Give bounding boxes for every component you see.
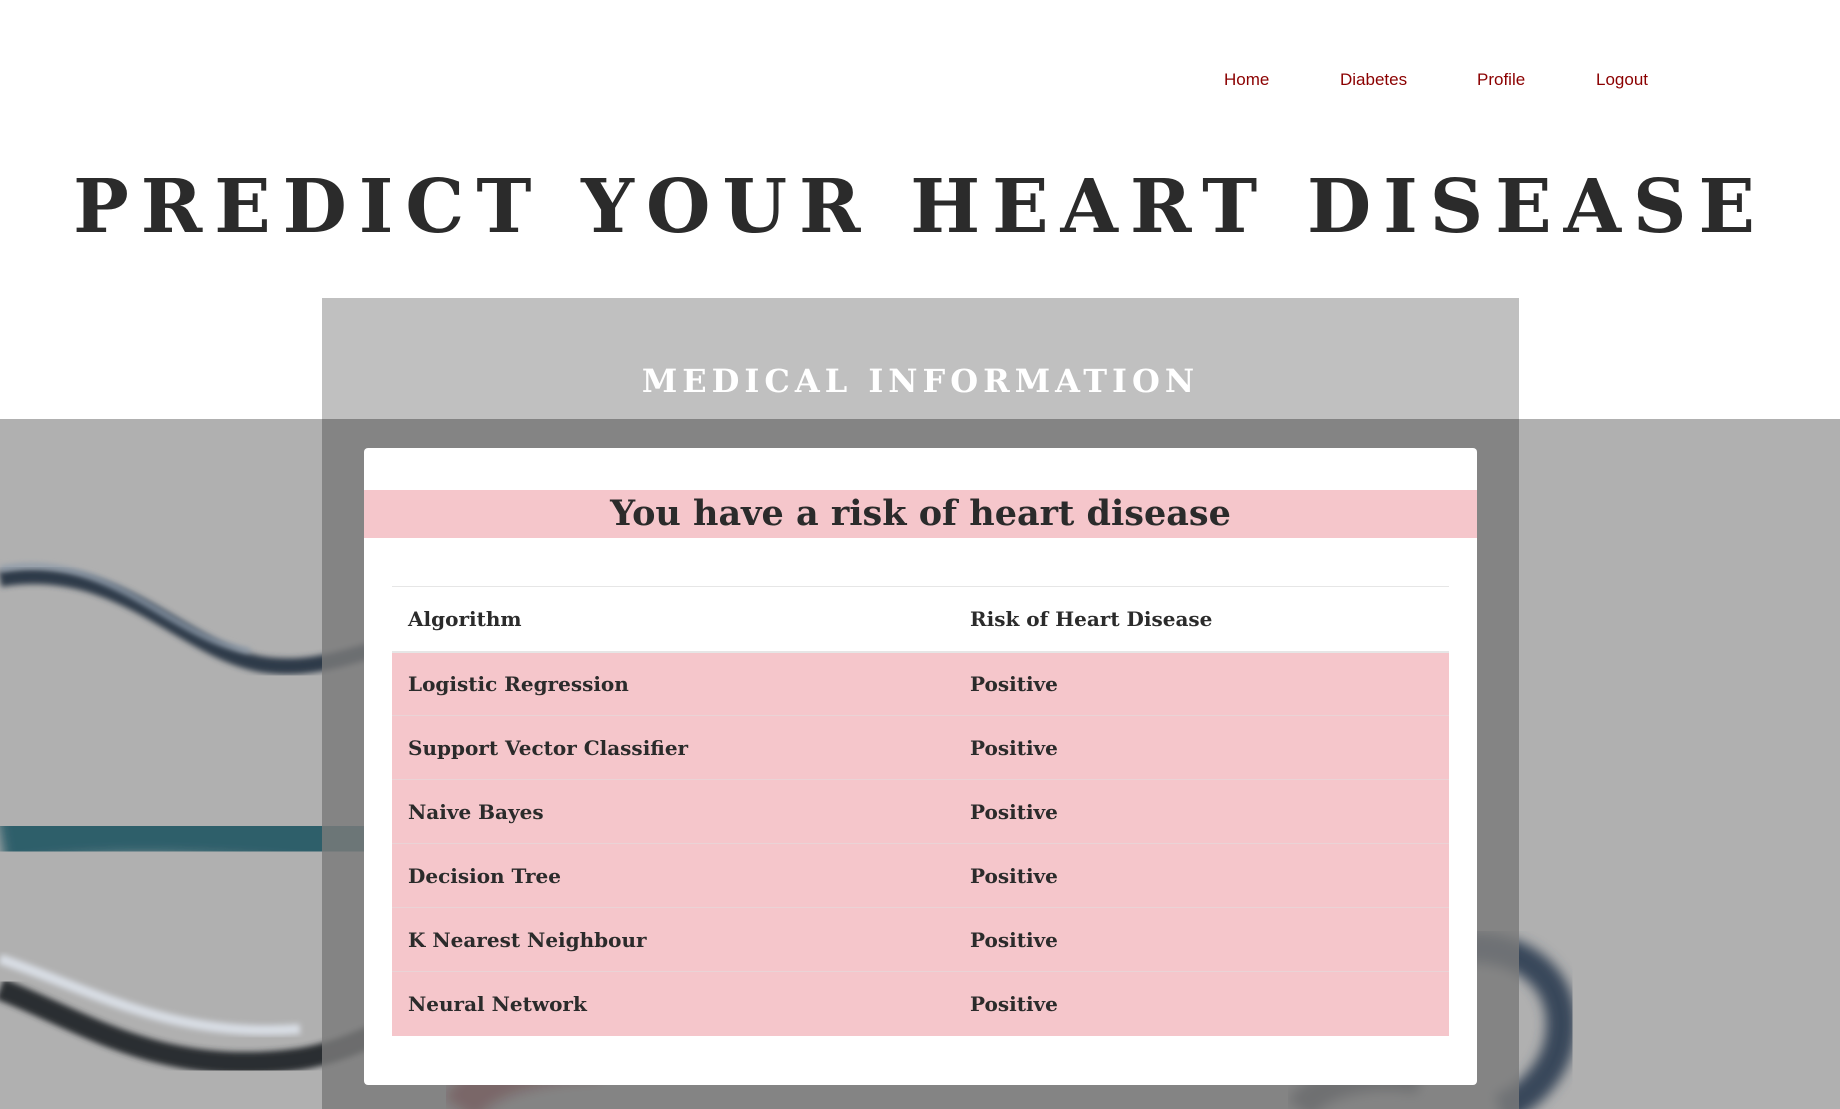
algorithm-cell: Decision Tree [392,843,954,908]
table-row: Logistic Regression Positive [392,651,1449,716]
risk-result-banner: You have a risk of heart disease [364,490,1477,538]
algorithm-results-table: Algorithm Risk of Heart Disease Logistic… [392,586,1449,1036]
header-algorithm: Algorithm [392,586,954,653]
algorithm-cell: Logistic Regression [392,651,954,716]
header-risk: Risk of Heart Disease [954,586,1449,653]
nav-home-link[interactable]: Home [1224,70,1269,90]
risk-cell: Positive [954,651,1449,716]
algorithm-cell: Support Vector Classifier [392,715,954,780]
nav-logout-link[interactable]: Logout [1596,70,1648,90]
nav-profile-link[interactable]: Profile [1477,70,1525,90]
result-card: You have a risk of heart disease Algorit… [364,448,1477,1085]
risk-cell: Positive [954,907,1449,972]
risk-cell: Positive [954,971,1449,1036]
table-row: Naive Bayes Positive [392,779,1449,844]
table-header-row: Algorithm Risk of Heart Disease [392,586,1449,653]
top-nav: Home Diabetes Profile Logout [0,70,1840,94]
table-row: Support Vector Classifier Positive [392,715,1449,780]
algorithm-cell: K Nearest Neighbour [392,907,954,972]
nav-diabetes-link[interactable]: Diabetes [1340,70,1407,90]
risk-cell: Positive [954,779,1449,844]
panel-heading: MEDICAL INFORMATION [641,362,1200,400]
table-row: K Nearest Neighbour Positive [392,907,1449,972]
table-row: Neural Network Positive [392,971,1449,1036]
page-title: PREDICT YOUR HEART DISEASE [73,164,1767,250]
algorithm-cell: Neural Network [392,971,954,1036]
risk-cell: Positive [954,715,1449,780]
algorithm-cell: Naive Bayes [392,779,954,844]
table-row: Decision Tree Positive [392,843,1449,908]
risk-cell: Positive [954,843,1449,908]
panel-header-area [322,298,1519,419]
